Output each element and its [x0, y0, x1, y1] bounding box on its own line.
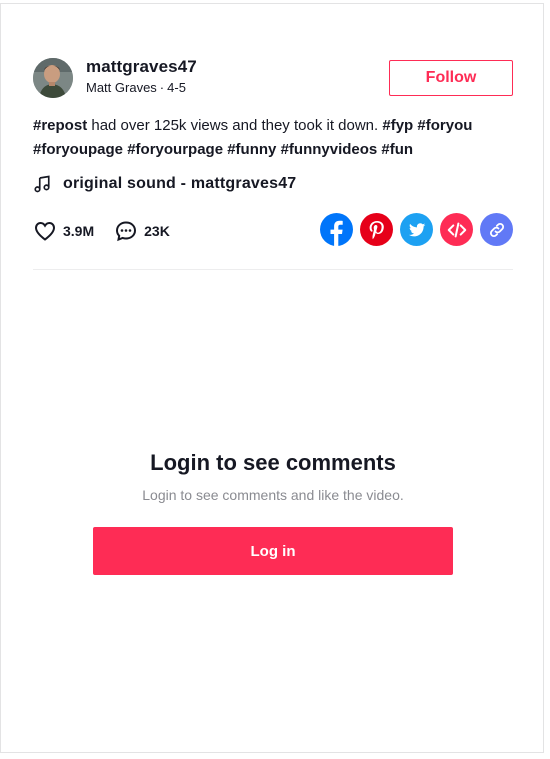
- engagement-stats: 3.9M 23K: [33, 218, 190, 244]
- hashtag-link[interactable]: #foryoupage: [33, 141, 123, 158]
- sound-label: original sound - mattgraves47: [63, 175, 297, 192]
- facebook-icon: [330, 220, 343, 246]
- hashtag-link[interactable]: #fyp: [382, 117, 413, 134]
- hashtag-link[interactable]: #repost: [33, 117, 87, 134]
- hashtag-link[interactable]: #funny: [227, 141, 276, 158]
- login-button[interactable]: Log in: [93, 527, 453, 575]
- share-buttons: [320, 213, 513, 246]
- link-icon: [489, 222, 504, 237]
- video-caption: #repost had over 125k views and they too…: [33, 114, 513, 162]
- author-display-name: Matt Graves: [86, 80, 157, 95]
- hashtag-link[interactable]: #foryourpage: [127, 141, 223, 158]
- follow-button[interactable]: Follow: [389, 60, 513, 96]
- hashtag-link[interactable]: #funnyvideos: [281, 141, 378, 158]
- share-copy-link-button[interactable]: [480, 213, 513, 246]
- twitter-icon: [408, 222, 425, 236]
- login-prompt-title: Login to see comments: [150, 450, 396, 475]
- author-username[interactable]: mattgraves47: [86, 57, 197, 77]
- login-prompt-subtitle: Login to see comments and like the video…: [142, 487, 404, 503]
- share-facebook-button[interactable]: [320, 213, 353, 246]
- comment-button[interactable]: 23K: [114, 219, 170, 243]
- author-subline: Matt Graves · 4-5: [86, 80, 186, 95]
- share-twitter-button[interactable]: [400, 213, 433, 246]
- like-button[interactable]: 3.9M: [33, 219, 94, 243]
- pinterest-icon: [369, 220, 384, 239]
- embed-code-icon: [447, 222, 466, 237]
- share-embed-button[interactable]: [440, 213, 473, 246]
- share-pinterest-button[interactable]: [360, 213, 393, 246]
- caption-text: had over 125k views and they took it dow…: [87, 117, 383, 134]
- heart-icon: [34, 221, 56, 241]
- comment-icon: [116, 221, 137, 242]
- music-note-icon: [34, 175, 50, 193]
- like-count: 3.9M: [63, 223, 95, 239]
- hashtag-link[interactable]: #foryou: [417, 117, 472, 134]
- sound-link[interactable]: original sound - mattgraves47: [33, 173, 296, 195]
- separator-dot: ·: [159, 80, 165, 95]
- avatar-image: [33, 58, 73, 98]
- post-date: 4-5: [167, 80, 186, 95]
- author-avatar[interactable]: [33, 58, 73, 98]
- comment-count: 23K: [144, 223, 170, 239]
- hashtag-link[interactable]: #fun: [381, 141, 413, 158]
- section-divider: [33, 269, 513, 270]
